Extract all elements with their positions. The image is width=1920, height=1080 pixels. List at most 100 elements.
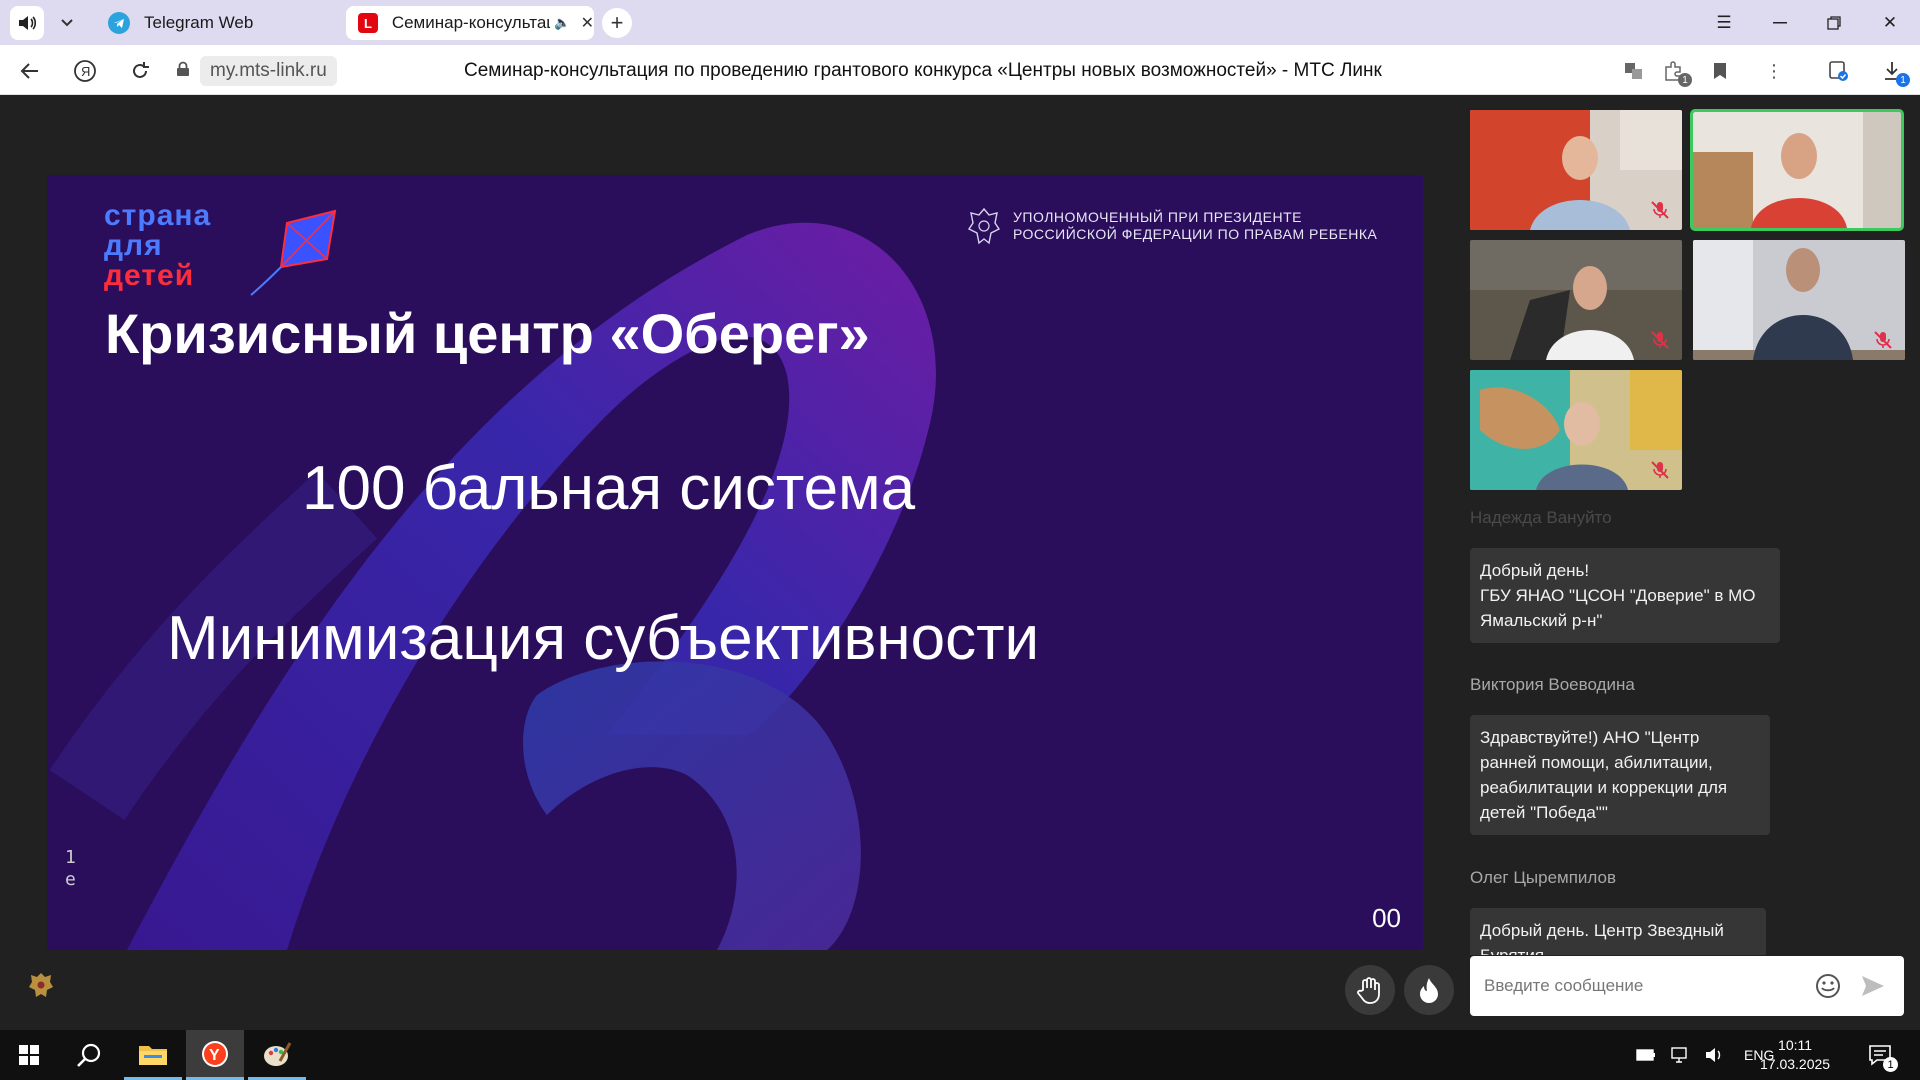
- browser-address-bar: Я my.mts-link.ru Семинар-консультация по…: [0, 45, 1920, 95]
- tab-title: Telegram Web: [144, 13, 254, 32]
- system-tray: ENG: [1636, 1030, 1774, 1080]
- raise-hand-button[interactable]: [1345, 965, 1395, 1015]
- network-icon[interactable]: [1670, 1047, 1690, 1063]
- windows-taskbar: Y ENG 10:11 17.03.2025 1: [0, 1030, 1920, 1080]
- organizer-emblem-icon: [29, 973, 53, 997]
- reload-icon[interactable]: [124, 55, 156, 87]
- logo-text-line: страна: [104, 199, 212, 232]
- slide-bullet: 100 бальная система: [302, 454, 916, 523]
- new-tab-plus-icon[interactable]: +: [602, 8, 632, 38]
- lock-icon[interactable]: [176, 61, 190, 82]
- logo-text-line: для: [104, 229, 163, 262]
- yandex-home-icon[interactable]: Я: [69, 55, 101, 87]
- chat-message-line: Ямальский р-н": [1480, 611, 1603, 630]
- ombudsman-line: РОССИЙСКОЙ ФЕДЕРАЦИИ ПО ПРАВАМ РЕБЕНКА: [1013, 226, 1378, 242]
- taskbar-clock[interactable]: 10:11 17.03.2025: [1760, 1036, 1830, 1074]
- telegram-icon: [108, 12, 130, 34]
- chat-message-line: детей "Победа"": [1480, 803, 1608, 822]
- fire-icon: [1420, 978, 1438, 1003]
- chat-message-line: Добрый день!: [1480, 561, 1590, 580]
- url-text[interactable]: my.mts-link.ru: [200, 56, 337, 86]
- chat-message-bubble: Здравствуйте!) АНО "Центр ранней помощи,…: [1470, 715, 1770, 835]
- yandex-browser-icon: Y: [202, 1040, 228, 1067]
- battery-icon[interactable]: [1636, 1048, 1656, 1062]
- chat-input-box[interactable]: [1470, 956, 1904, 1016]
- chat-message-list[interactable]: Надежда Вануйто Добрый день! ГБУ ЯНАО "Ц…: [1470, 500, 1910, 955]
- tab-audio-speaker-icon[interactable]: [10, 6, 44, 40]
- window-restore-icon[interactable]: [1816, 8, 1852, 38]
- slide-title: Кризисный центр «Оберег»: [105, 302, 870, 365]
- slide-side-text: 1 е: [65, 847, 76, 891]
- window-close-icon[interactable]: ✕: [1872, 8, 1908, 38]
- chat-message-line: реабилитации и коррекции для: [1480, 778, 1728, 797]
- participant-video[interactable]: [1470, 370, 1682, 490]
- chat-message-line: Здравствуйте!) АНО "Центр: [1480, 728, 1700, 747]
- svg-text:Y: Y: [209, 1047, 220, 1064]
- more-options-icon[interactable]: ⋮: [1760, 57, 1788, 85]
- page-title: Семинар-консультация по проведению грант…: [464, 60, 1382, 81]
- kite-icon: [250, 209, 337, 296]
- logo-text-line: детей: [104, 259, 195, 292]
- taskbar-file-explorer[interactable]: [124, 1030, 182, 1080]
- screenshot-extension-icon[interactable]: [1824, 57, 1852, 85]
- chat-message-author: Виктория Воеводина: [1470, 675, 1635, 694]
- raise-hand-icon: [1357, 977, 1380, 1004]
- chat-message-bubble: Добрый день! ГБУ ЯНАО "ЦСОН "Доверие" в …: [1470, 548, 1780, 643]
- action-center-button[interactable]: 1: [1852, 1030, 1908, 1080]
- browser-tab-strip: Telegram Web L Семинар-консультация 🔈 ✕ …: [0, 0, 1920, 45]
- ombudsman-line: УПОЛНОМОЧЕННЫЙ ПРИ ПРЕЗИДЕНТЕ: [1013, 209, 1302, 225]
- chat-message-line: ранней помощи, абилитации,: [1480, 753, 1713, 772]
- ombudsman-header: УПОЛНОМОЧЕННЫЙ ПРИ ПРЕЗИДЕНТЕ РОССИЙСКОЙ…: [967, 207, 1377, 245]
- svg-text:Я: Я: [81, 64, 90, 79]
- tab-mts-link-seminar[interactable]: L Семинар-консультация 🔈 ✕: [346, 6, 594, 40]
- chat-message-author: Надежда Вануйто: [1470, 508, 1612, 527]
- reactions-button[interactable]: [1404, 965, 1454, 1015]
- translate-icon[interactable]: [1620, 57, 1648, 85]
- taskbar-yandex-browser[interactable]: Y: [186, 1030, 244, 1080]
- emoji-icon[interactable]: [1814, 972, 1842, 1000]
- chat-message-line: ГБУ ЯНАО "ЦСОН "Доверие" в МО: [1480, 586, 1756, 605]
- tab-close-icon[interactable]: ✕: [581, 13, 594, 33]
- window-minimize-icon[interactable]: [1762, 8, 1798, 38]
- strana-dlya-detey-logo: страна для детей: [104, 201, 211, 291]
- chat-message-bubble: Добрый день. Центр Звездный Бурятия: [1470, 908, 1766, 955]
- slide-side-char: 1: [65, 847, 76, 868]
- participant-video-active-speaker[interactable]: [1690, 109, 1904, 231]
- presentation-slide: страна для детей УПОЛНОМОЧЕННЫЙ ПРИ ПРЕЗ…: [47, 175, 1423, 950]
- mic-off-icon: [1651, 331, 1669, 349]
- notifications-badge: 1: [1883, 1057, 1898, 1072]
- participant-video[interactable]: [1693, 240, 1905, 360]
- extensions-icon[interactable]: 1: [1660, 57, 1692, 87]
- mic-off-icon: [1651, 201, 1669, 219]
- volume-icon[interactable]: [1704, 1047, 1724, 1063]
- clock-time: 10:11: [1778, 1037, 1813, 1053]
- russian-emblem-icon: [967, 207, 1001, 245]
- participant-video[interactable]: [1470, 110, 1682, 230]
- taskbar-search-button[interactable]: [60, 1030, 118, 1080]
- tab-playing-audio-icon[interactable]: 🔈: [554, 15, 570, 31]
- slide-number: 00: [1372, 903, 1401, 933]
- tab-list-chevron-down-icon[interactable]: [50, 6, 84, 40]
- bookmark-icon[interactable]: [1706, 57, 1734, 85]
- back-arrow-icon[interactable]: [14, 55, 46, 87]
- mic-off-icon: [1651, 461, 1669, 479]
- participant-video[interactable]: [1470, 240, 1682, 360]
- taskbar-paint[interactable]: [248, 1030, 306, 1080]
- chat-message-line: Добрый день. Центр Звездный: [1480, 921, 1724, 940]
- slide-bullet: Минимизация субъективности: [167, 604, 1040, 673]
- chat-message-author: Олег Цыремпилов: [1470, 868, 1617, 887]
- start-button[interactable]: [0, 1030, 58, 1080]
- mts-link-icon: L: [358, 13, 378, 33]
- chat-message-input[interactable]: [1484, 976, 1804, 996]
- send-icon[interactable]: [1860, 974, 1886, 998]
- chat-message-line: Бурятия: [1480, 943, 1756, 955]
- search-icon: [77, 1043, 101, 1067]
- windows-logo-icon: [19, 1045, 39, 1065]
- extensions-badge: 1: [1678, 73, 1692, 87]
- downloads-icon[interactable]: 1: [1878, 57, 1910, 87]
- url-field[interactable]: my.mts-link.ru: [176, 55, 337, 87]
- browser-menu-icon[interactable]: ☰: [1706, 8, 1742, 38]
- participant-video-frame: [1693, 112, 1901, 228]
- tab-telegram-web[interactable]: Telegram Web: [100, 6, 340, 40]
- paint-palette-icon: [264, 1041, 292, 1066]
